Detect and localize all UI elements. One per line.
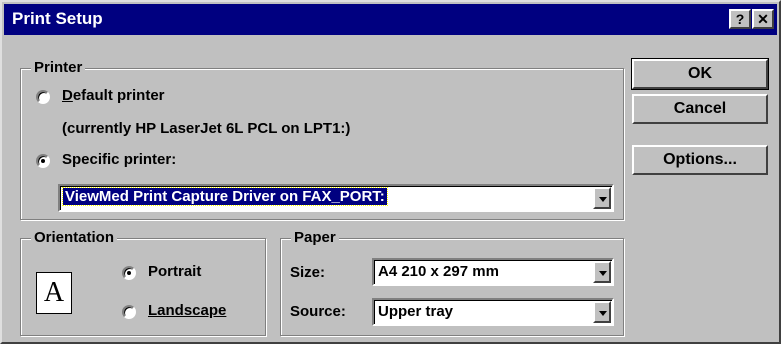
dialog-title: Print Setup [12, 9, 103, 28]
portrait-radio[interactable] [122, 266, 136, 280]
printer-group-label: Printer [31, 59, 86, 76]
print-setup-dialog: Print Setup ? ✕ Printer Default printer … [0, 0, 781, 344]
chevron-down-icon[interactable] [593, 261, 611, 283]
default-printer-label[interactable]: Default printer [62, 87, 165, 104]
selected-printer-value: ViewMed Print Capture Driver on FAX_PORT… [62, 187, 388, 206]
portrait-label[interactable]: Portrait [148, 263, 201, 280]
options-button[interactable]: Options... [632, 145, 768, 175]
paper-size-select[interactable]: A4 210 x 297 mm [372, 258, 614, 286]
default-printer-radio[interactable] [36, 90, 50, 104]
default-printer-note: (currently HP LaserJet 6L PCL on LPT1:) [62, 120, 351, 137]
portrait-page-icon: A [36, 272, 72, 314]
close-button[interactable]: ✕ [752, 9, 774, 29]
paper-size-value: A4 210 x 297 mm [378, 263, 499, 280]
paper-source-value: Upper tray [378, 303, 454, 320]
ok-button[interactable]: OK [631, 58, 769, 90]
landscape-label[interactable]: Landscape [148, 302, 226, 319]
printer-select[interactable]: ViewMed Print Capture Driver on FAX_PORT… [58, 184, 614, 212]
specific-printer-radio[interactable] [36, 154, 50, 168]
source-label: Source: [290, 303, 346, 320]
orientation-group-label: Orientation [31, 229, 118, 246]
paper-source-select[interactable]: Upper tray [372, 298, 614, 326]
cancel-button[interactable]: Cancel [632, 94, 768, 124]
chevron-down-icon[interactable] [593, 301, 611, 323]
landscape-radio[interactable] [122, 305, 136, 319]
size-label: Size: [290, 264, 326, 281]
chevron-down-icon[interactable] [593, 187, 611, 209]
title-bar[interactable]: Print Setup ? ✕ [4, 4, 777, 35]
paper-group-label: Paper [291, 229, 339, 246]
help-button[interactable]: ? [729, 9, 751, 29]
specific-printer-label[interactable]: Specific printer: [62, 151, 176, 168]
